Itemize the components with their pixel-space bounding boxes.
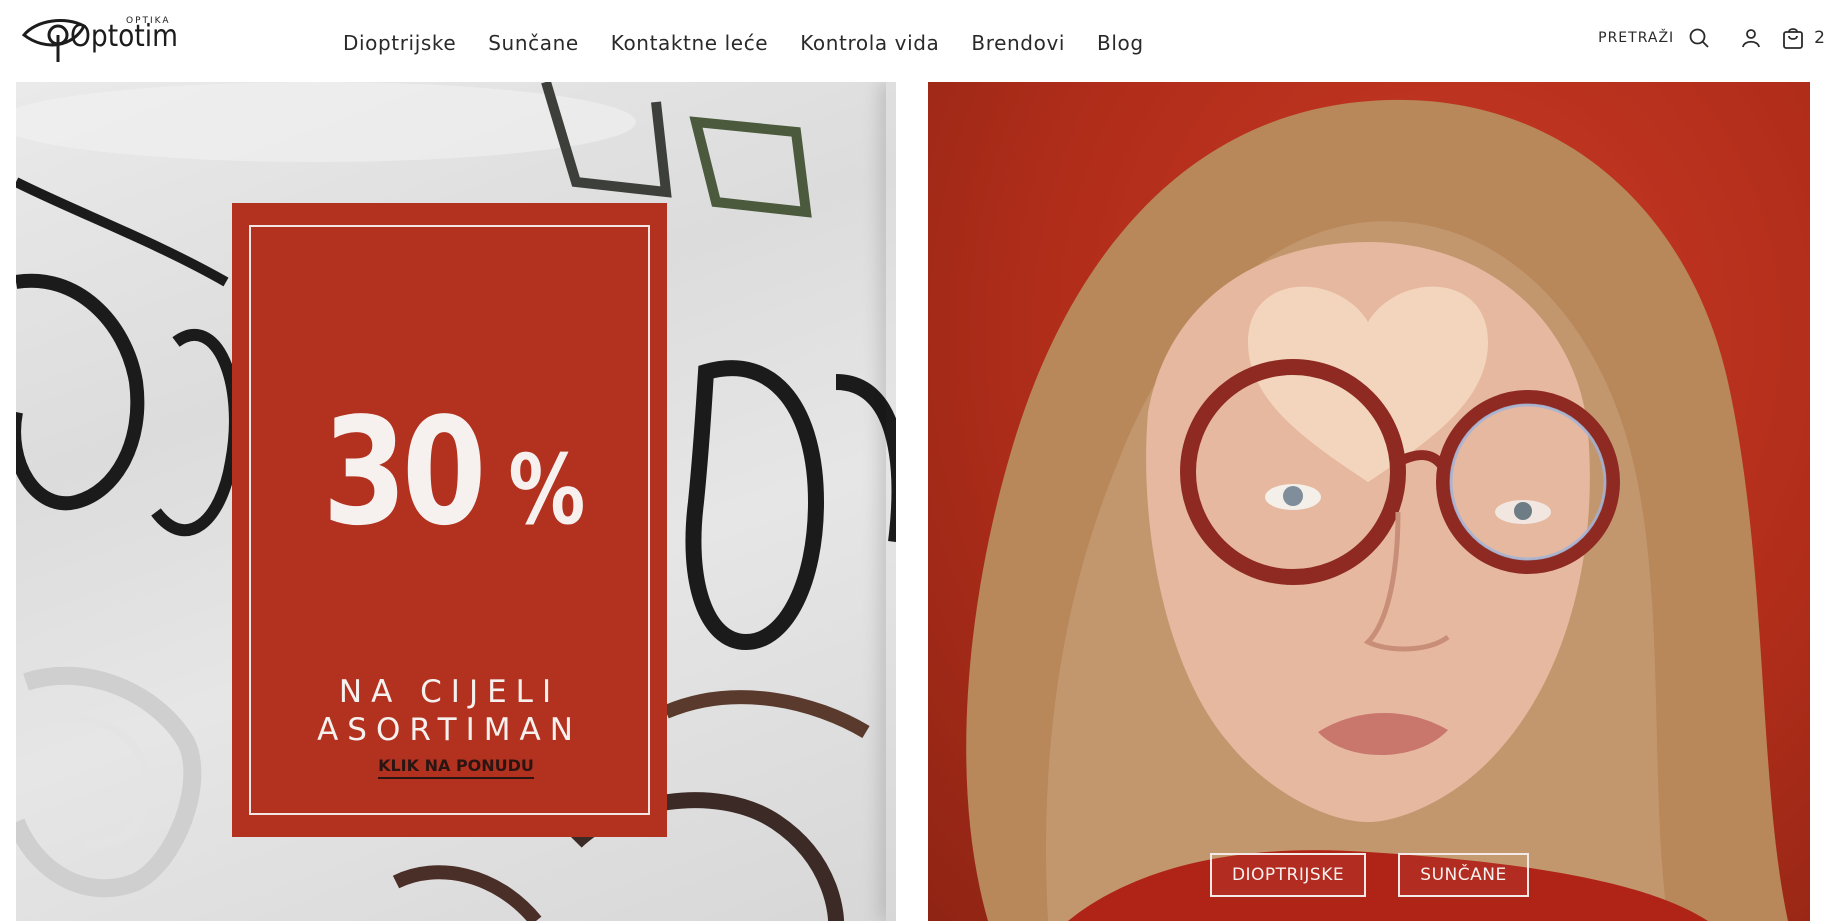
promo-percent-number: 30 xyxy=(322,386,487,558)
nav-item-dioptrijske[interactable]: Dioptrijske xyxy=(343,31,456,55)
optotim-logo[interactable]: OPTIKA Optotim xyxy=(22,14,186,62)
promo-banner[interactable]: 30% NA CIJELI ASORTIMAN KLIK NA PONUDU xyxy=(16,82,896,921)
promo-percentage: 30% xyxy=(232,398,667,546)
nav-item-blog[interactable]: Blog xyxy=(1097,31,1144,55)
hero-banner[interactable]: DIOPTRIJSKE SUNČANE xyxy=(928,82,1810,921)
cart-count[interactable]: 2 xyxy=(1814,28,1825,48)
promo-link-wrap: KLIK NA PONUDU xyxy=(16,756,896,779)
promo-subtitle-line2: ASORTIMAN xyxy=(317,712,582,748)
nav-item-kontaktne-lece[interactable]: Kontaktne leće xyxy=(611,31,768,55)
user-icon[interactable] xyxy=(1736,23,1766,53)
panel-shadow xyxy=(886,82,896,921)
nav-item-brendovi[interactable]: Brendovi xyxy=(971,31,1065,55)
promo-percent-sign: % xyxy=(508,434,586,546)
woman-with-glasses-image xyxy=(966,99,1788,921)
main-nav: Dioptrijske Sunčane Kontaktne leće Kontr… xyxy=(343,31,1144,55)
eye-logo-icon: OPTIKA Optotim xyxy=(22,16,178,62)
site-header: OPTIKA Optotim Dioptrijske Sunčane Konta… xyxy=(0,0,1827,82)
cart-icon[interactable] xyxy=(1778,23,1808,53)
hero-suncane-button[interactable]: SUNČANE xyxy=(1398,853,1529,897)
logo-brand-text: Optotim xyxy=(70,19,178,54)
hero-dioptrijske-button[interactable]: DIOPTRIJSKE xyxy=(1210,853,1366,897)
nav-item-kontrola-vida[interactable]: Kontrola vida xyxy=(800,31,939,55)
search-icon[interactable] xyxy=(1684,23,1714,53)
nav-item-suncane[interactable]: Sunčane xyxy=(488,31,578,55)
header-utilities: PRETRAŽI 2 xyxy=(1598,22,1827,54)
search-label[interactable]: PRETRAŽI xyxy=(1598,30,1674,46)
promo-subtitle: NA CIJELI ASORTIMAN xyxy=(232,673,667,749)
promo-card[interactable]: 30% NA CIJELI ASORTIMAN xyxy=(232,203,667,837)
hero-buttons: DIOPTRIJSKE SUNČANE xyxy=(1210,853,1529,897)
promo-subtitle-line1: NA CIJELI xyxy=(338,674,561,710)
promo-offer-link[interactable]: KLIK NA PONUDU xyxy=(378,756,534,779)
